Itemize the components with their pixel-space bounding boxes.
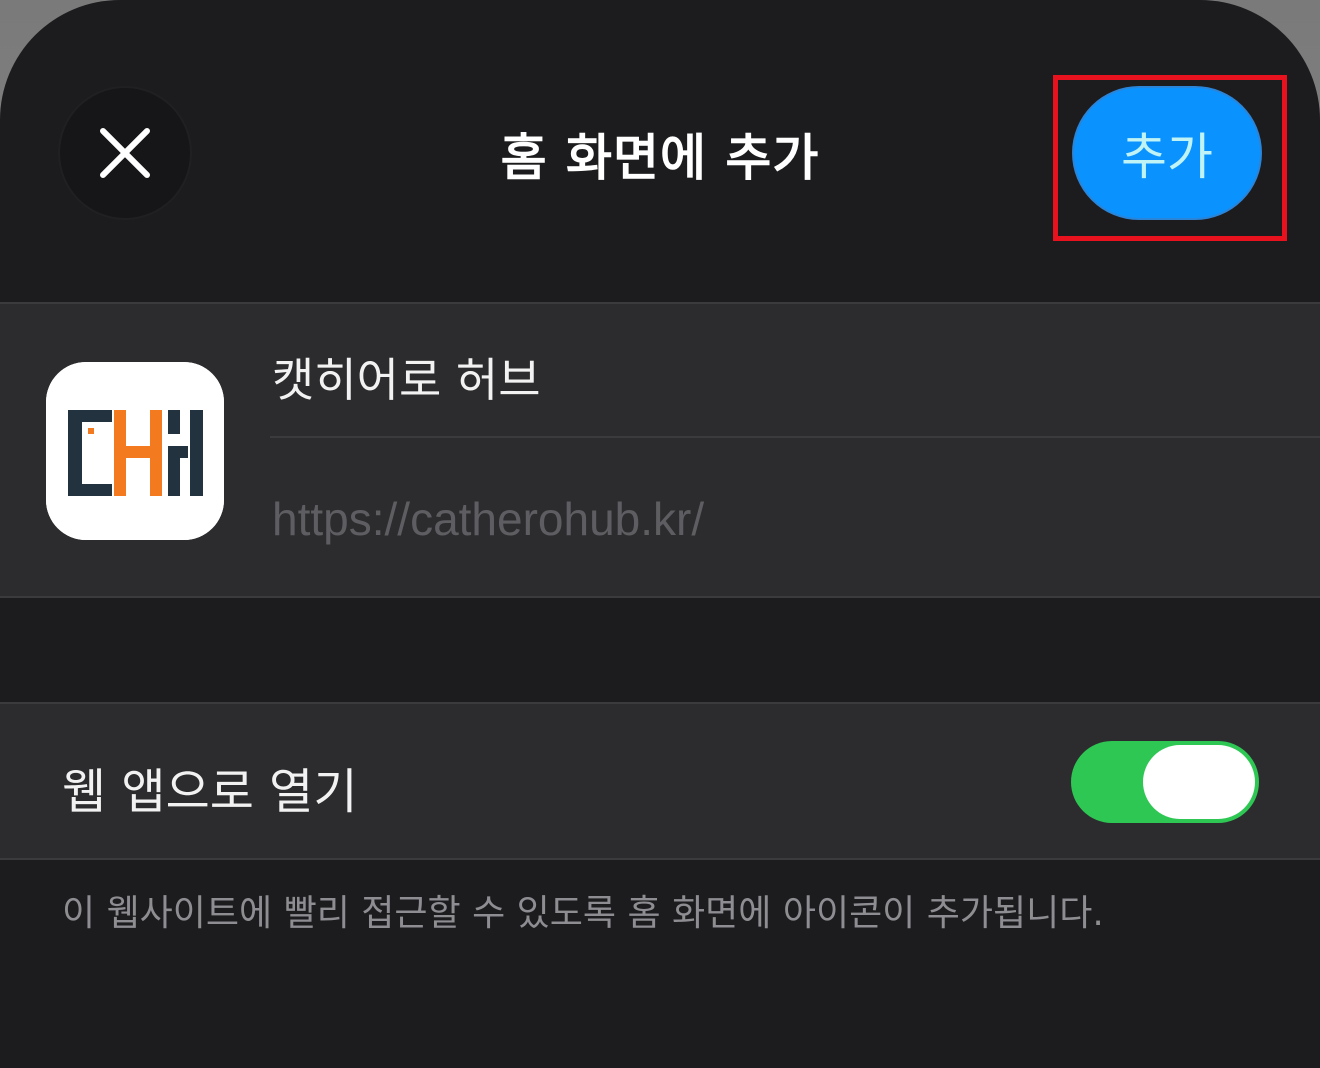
open-as-webapp-label: 웹 앱으로 열기 <box>62 764 358 820</box>
sheet-header: 홈 화면에 추가 추가 <box>0 0 1320 300</box>
open-as-webapp-toggle[interactable] <box>1071 741 1259 823</box>
close-icon <box>100 128 150 178</box>
app-name-field[interactable]: 캣히어로 허브 <box>272 344 541 410</box>
page: 홈 화면에 추가 추가 캣히어로 허브 https://catherohub.k… <box>0 0 1320 1068</box>
add-button[interactable]: 추가 <box>1074 88 1260 218</box>
close-button[interactable] <box>60 88 190 218</box>
add-to-home-sheet: 홈 화면에 추가 추가 캣히어로 허브 https://catherohub.k… <box>0 0 1320 1068</box>
divider <box>270 436 1320 438</box>
open-as-webapp-row: 웹 앱으로 열기 <box>0 702 1320 860</box>
footnote-text: 이 웹사이트에 빨리 접근할 수 있도록 홈 화면에 아이콘이 추가됩니다. <box>62 893 1104 934</box>
app-url: https://catherohub.kr/ <box>272 493 705 545</box>
sheet-title: 홈 화면에 추가 <box>500 129 820 187</box>
app-info-card: 캣히어로 허브 https://catherohub.kr/ <box>0 302 1320 598</box>
toggle-knob <box>1143 745 1255 819</box>
app-icon <box>46 362 224 540</box>
catherohub-logo-icon <box>46 362 224 540</box>
